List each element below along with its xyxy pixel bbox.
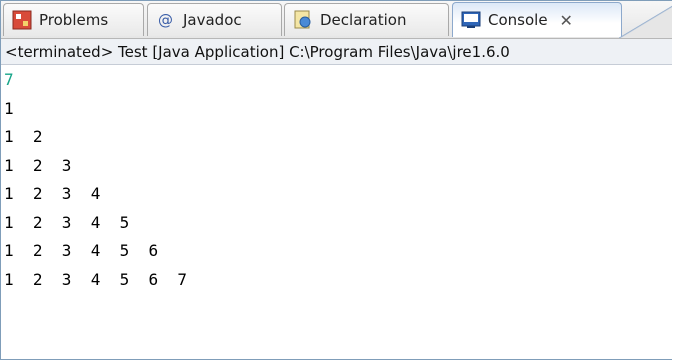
console-output-line: 1: [4, 98, 14, 118]
declaration-icon: [292, 9, 314, 31]
console-output-line: 1 2 3 4 5: [4, 212, 130, 232]
problems-icon: [11, 9, 33, 31]
view-tab-bar: Problems @ Javadoc Declaration Console ✕: [1, 1, 672, 39]
console-input-line: 7: [4, 70, 14, 89]
tab-label: Console: [488, 11, 548, 29]
tab-label: Declaration: [320, 11, 407, 29]
svg-text:@: @: [158, 11, 173, 29]
console-icon: [460, 9, 482, 31]
tab-console[interactable]: Console ✕: [452, 2, 672, 38]
tab-declaration[interactable]: Declaration: [284, 3, 449, 36]
console-view: Problems @ Javadoc Declaration Console ✕…: [0, 0, 672, 360]
javadoc-icon: @: [155, 9, 177, 31]
tab-problems[interactable]: Problems: [3, 3, 144, 36]
console-output-line: 1 2 3: [4, 155, 72, 175]
console-output-line: 1 2 3 4 5 6 7: [4, 269, 188, 289]
tab-javadoc[interactable]: @ Javadoc: [147, 3, 282, 36]
console-output-line: 1 2: [4, 127, 43, 146]
process-status-line: <terminated> Test [Java Application] C:\…: [1, 39, 672, 65]
console-output-line: 1 2 3 4 5 6: [4, 241, 159, 260]
console-output-line: 1 2 3 4: [4, 184, 101, 203]
tab-label: Javadoc: [183, 11, 242, 29]
close-icon[interactable]: ✕: [560, 11, 573, 30]
tab-label: Problems: [39, 11, 109, 29]
console-output[interactable]: 7 1 1 2 1 2 3 1 2 3 4 1 2 3 4 5 1 2 3 4 5 6 1 2…: [1, 66, 672, 359]
